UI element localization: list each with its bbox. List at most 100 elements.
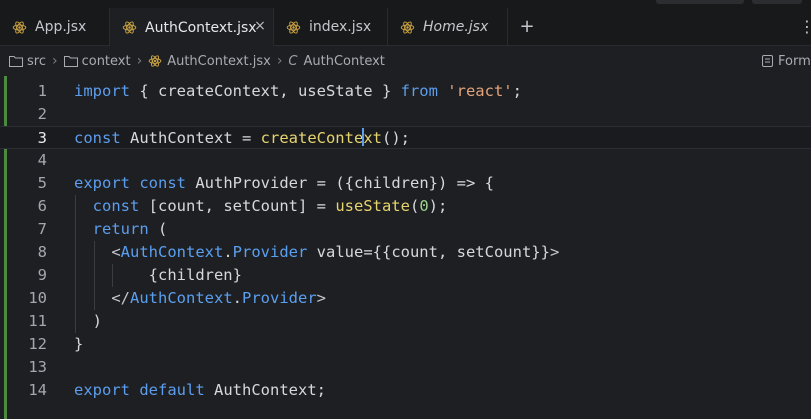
breadcrumb-item-context[interactable]: context bbox=[63, 53, 131, 69]
code-token: AuthContext bbox=[130, 289, 233, 307]
code-token: const bbox=[92, 197, 140, 215]
tab-label: index.jsx bbox=[309, 19, 372, 35]
line-number: 14 bbox=[28, 381, 47, 399]
code-token: export bbox=[74, 174, 130, 192]
code-line[interactable]: 8 <AuthContext.Provider value={{count, s… bbox=[0, 241, 811, 264]
react-icon bbox=[286, 20, 301, 34]
code-token: [count, setCount] = bbox=[139, 197, 336, 215]
code-line[interactable]: 14 export default AuthContext; bbox=[0, 379, 811, 402]
breadcrumb-item-file[interactable]: AuthContext.jsx bbox=[148, 54, 271, 69]
breadcrumb-label: AuthContext.jsx bbox=[167, 53, 271, 69]
line-number: 4 bbox=[37, 151, 47, 169]
code-line[interactable]: 11 ) bbox=[0, 310, 811, 333]
code-line[interactable]: 10 </AuthContext.Provider> bbox=[0, 287, 811, 310]
code-token: ( bbox=[148, 220, 168, 238]
code-token: AuthContext = bbox=[120, 129, 261, 147]
indent-guide bbox=[75, 195, 76, 333]
react-icon bbox=[148, 55, 162, 67]
code-text: const AuthContext = createContext(); bbox=[74, 127, 410, 150]
code-token: export bbox=[74, 381, 130, 399]
tab-authcontext-jsx[interactable]: AuthContext.jsx × bbox=[110, 8, 274, 47]
folder-icon bbox=[9, 56, 23, 67]
react-icon bbox=[122, 21, 137, 34]
title-strip-pill bbox=[656, 0, 744, 4]
line-number: 2 bbox=[37, 105, 47, 123]
code-token: { createContext, useState } bbox=[130, 82, 401, 100]
code-token: children bbox=[354, 174, 429, 192]
code-line[interactable]: 4 bbox=[0, 149, 811, 172]
tab-app-jsx[interactable]: App.jsx bbox=[0, 8, 110, 46]
code-token: Provider bbox=[242, 289, 317, 307]
code-token: const bbox=[74, 129, 121, 147]
code-token: return bbox=[92, 220, 149, 238]
more-options-icon[interactable]: ⋮ bbox=[799, 16, 811, 38]
code-text: const [count, setCount] = useState(0); bbox=[74, 195, 448, 218]
breadcrumb-separator: › bbox=[276, 53, 283, 69]
breadcrumb-item-src[interactable]: src bbox=[9, 54, 46, 69]
code-token: ) bbox=[74, 312, 102, 330]
code-line[interactable]: 6 const [count, setCount] = useState(0); bbox=[0, 195, 811, 218]
breadcrumb-label: src bbox=[27, 53, 46, 69]
breadcrumb: src › context › AuthContext.jsx › C Auth… bbox=[0, 46, 811, 76]
breadcrumb-item-symbol[interactable]: C AuthContext bbox=[288, 54, 384, 69]
code-token: AuthContext; bbox=[204, 381, 326, 399]
code-line[interactable]: 13 bbox=[0, 356, 811, 379]
tab-home-jsx[interactable]: Home.jsx bbox=[388, 8, 508, 46]
breadcrumb-separator: › bbox=[51, 53, 58, 69]
code-token: </ bbox=[111, 289, 130, 307]
line-number: 9 bbox=[37, 266, 47, 284]
line-number: 12 bbox=[28, 335, 47, 353]
line-number: 3 bbox=[37, 129, 47, 147]
code-line[interactable]: 9 {children} bbox=[0, 264, 811, 287]
line-number: 1 bbox=[37, 82, 47, 100]
code-token: from bbox=[400, 82, 438, 100]
code-line[interactable]: 2 bbox=[0, 103, 811, 126]
close-icon[interactable]: × bbox=[253, 19, 267, 33]
indent-guide bbox=[112, 264, 114, 287]
code-line[interactable]: 3 const AuthContext = createContext(); bbox=[0, 126, 811, 149]
code-line[interactable]: 7 return ( bbox=[0, 218, 811, 241]
line-number: 13 bbox=[28, 358, 47, 376]
code-text: export default AuthContext; bbox=[74, 379, 326, 402]
code-token: > bbox=[549, 243, 560, 261]
tab-label: AuthContext.jsx bbox=[145, 19, 257, 36]
format-button[interactable]: Forma bbox=[762, 46, 811, 76]
code-token: createConte bbox=[260, 129, 364, 147]
tab-index-jsx[interactable]: index.jsx bbox=[274, 8, 388, 46]
code-text: export const AuthProvider = ({children})… bbox=[74, 172, 494, 195]
add-tab-button[interactable]: + bbox=[516, 16, 538, 38]
code-token: const bbox=[139, 174, 187, 192]
breadcrumb-separator: › bbox=[136, 53, 143, 69]
breadcrumb-label: AuthContext bbox=[303, 53, 385, 69]
format-label: Forma bbox=[778, 53, 811, 69]
breadcrumb-label: context bbox=[81, 53, 131, 69]
code-token: 'react' bbox=[447, 82, 513, 100]
title-strip bbox=[0, 0, 811, 8]
code-text: ) bbox=[74, 310, 102, 333]
code-token: } bbox=[74, 335, 84, 353]
code-token: import bbox=[74, 82, 130, 100]
code-text: {children} bbox=[74, 264, 242, 287]
title-strip-pill bbox=[752, 0, 802, 4]
folder-icon bbox=[63, 56, 78, 67]
code-token: }) => { bbox=[428, 174, 494, 192]
code-editor-window: App.jsx AuthContext.jsx × index.jsx Home… bbox=[0, 0, 811, 419]
code-text: <AuthContext.Provider value={{count, set… bbox=[74, 241, 559, 264]
code-text: </AuthContext.Provider> bbox=[74, 287, 326, 310]
code-token: useState bbox=[335, 197, 410, 215]
code-editor[interactable]: 1 import { createContext, useState } from… bbox=[0, 76, 811, 419]
code-token: < bbox=[111, 243, 121, 261]
code-text: } bbox=[74, 333, 83, 356]
code-line[interactable]: 5 export const AuthProvider = ({children}… bbox=[0, 172, 811, 195]
code-line[interactable]: 1 import { createContext, useState } from… bbox=[0, 80, 811, 103]
line-number: 7 bbox=[37, 220, 47, 238]
code-line[interactable]: 12} bbox=[0, 333, 811, 356]
code-token: AuthProvider = ({ bbox=[186, 174, 354, 192]
code-token: . bbox=[223, 243, 233, 261]
